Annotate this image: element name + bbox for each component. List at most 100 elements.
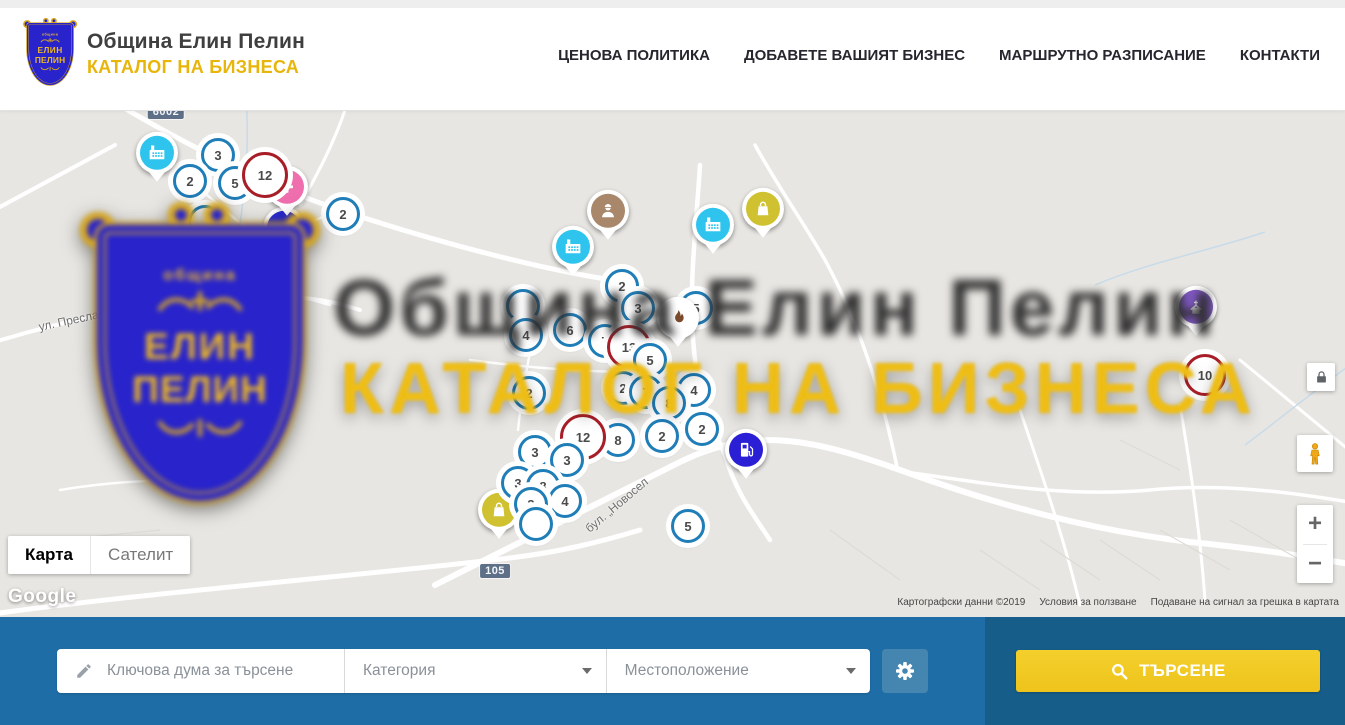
map-pin-fuel-pump[interactable] (725, 429, 767, 471)
nav-pricing-policy[interactable]: ЦЕНОВА ПОЛИТИКА (558, 47, 710, 64)
map-pin-factory[interactable] (692, 204, 734, 246)
nav-add-your-business[interactable]: ДОБАВЕТЕ ВАШИЯТ БИЗНЕС (744, 47, 965, 64)
keyword-search-input[interactable] (105, 661, 344, 681)
keyword-field (57, 649, 345, 693)
crest-line1: ЕЛИН (38, 46, 63, 56)
map-cluster-marker[interactable]: 4 (509, 318, 543, 352)
attribution-copyright: Картографски данни ©2019 (897, 597, 1025, 608)
map-pin-factory[interactable] (136, 132, 178, 174)
map-pin-flame[interactable] (657, 297, 699, 339)
map-cluster-marker[interactable]: 2 (173, 164, 207, 198)
location-select[interactable]: Местоположение (607, 649, 870, 693)
search-submit-button[interactable]: ТЪРСЕНЕ (1016, 650, 1320, 692)
crest-ornament-bottom (40, 66, 60, 73)
factory-icon (140, 136, 174, 170)
main-nav: ЦЕНОВА ПОЛИТИКА ДОБАВЕТЕ ВАШИЯТ БИЗНЕС М… (558, 0, 1320, 110)
site-logo[interactable]: община ЕЛИН ПЕЛИН Община Елин Пелин КАТА… (24, 21, 305, 87)
search-button-label: ТЪРСЕНЕ (1139, 661, 1226, 681)
chevron-down-icon (846, 668, 856, 674)
map-attribution: Картографски данни ©2019 Условия за полз… (897, 597, 1339, 608)
search-field-group: Категория Местоположение (57, 649, 870, 693)
cluster-count: 2 (658, 429, 665, 444)
cluster-count: 2 (186, 174, 193, 189)
gear-icon (893, 659, 917, 683)
map-type-map-button[interactable]: Карта (8, 536, 90, 574)
cluster-count: 12 (576, 430, 590, 445)
zoom-control: + − (1297, 505, 1333, 583)
cluster-count: 3 (214, 148, 221, 163)
cluster-count: 5 (646, 353, 653, 368)
cluster-count: 12 (258, 168, 272, 183)
map-type-satellite-button[interactable]: Сателит (90, 536, 190, 574)
map-cluster-marker[interactable]: 2 (326, 197, 360, 231)
map-cluster-marker[interactable] (519, 507, 553, 541)
map-cluster-marker[interactable]: 5 (671, 509, 705, 543)
zoom-out-button[interactable]: − (1297, 545, 1333, 584)
pegman-icon (1304, 441, 1326, 467)
factory-icon (556, 230, 590, 264)
cluster-count: 5 (684, 519, 691, 534)
map-type-control: Карта Сателит (8, 536, 190, 574)
crest-town-word: община (42, 32, 59, 36)
lock-icon (1314, 370, 1329, 385)
map-cluster-marker[interactable]: 5 (633, 343, 667, 377)
chevron-down-icon (582, 668, 592, 674)
map-cluster-marker[interactable]: 8 (601, 423, 635, 457)
map-cluster-marker[interactable]: 2 (685, 412, 719, 446)
map-cluster-marker[interactable]: 4 (548, 484, 582, 518)
church-icon (1179, 290, 1213, 324)
map-cluster-marker[interactable]: 3 (550, 443, 584, 477)
zoom-in-button[interactable]: + (1297, 505, 1333, 544)
search-icon (1110, 662, 1129, 681)
cluster-count: 2 (698, 422, 705, 437)
map-pin-factory[interactable] (552, 226, 594, 268)
advanced-settings-button[interactable] (882, 649, 928, 693)
cluster-count: 2 (525, 386, 532, 401)
map-cluster-marker[interactable]: 12 (242, 152, 288, 198)
map-cluster-marker[interactable]: 6 (553, 313, 587, 347)
map-cluster-marker[interactable]: 2 (645, 419, 679, 453)
pegman-button[interactable] (1297, 435, 1333, 472)
cluster-count: 8 (665, 396, 672, 411)
map-canvas[interactable]: 6002105ул. Преславбул. „Новосел 32512223… (0, 110, 1345, 617)
attribution-terms-link[interactable]: Условия за ползване (1039, 597, 1136, 608)
page: община ЕЛИН ПЕЛИН Община Елин Пелин КАТА… (0, 0, 1345, 725)
google-logo[interactable]: Google (8, 586, 76, 608)
municipality-crest: община ЕЛИН ПЕЛИН (24, 21, 77, 87)
nav-route-schedule[interactable]: МАРШРУТНО РАЗПИСАНИЕ (999, 47, 1206, 64)
map-pin-shopping-bag[interactable] (742, 188, 784, 230)
cluster-count: 2 (618, 279, 625, 294)
map-cluster-marker[interactable] (188, 205, 222, 239)
shopping-bag-icon (746, 192, 780, 226)
cluster-count: 2 (619, 381, 626, 396)
attribution-report-error-link[interactable]: Подаване на сигнал за грешка в картата (1151, 597, 1339, 608)
flame-icon (661, 301, 695, 335)
cluster-count: 10 (1198, 368, 1212, 383)
street-view-lock-button[interactable] (1307, 363, 1335, 391)
map-cluster-marker[interactable]: 2 (512, 376, 546, 410)
cluster-count: 3 (531, 445, 538, 460)
dot-icon (267, 211, 301, 245)
map-cluster-marker[interactable]: 8 (652, 386, 686, 420)
map-pin-worker[interactable] (587, 190, 629, 232)
category-select[interactable]: Категория (345, 649, 607, 693)
cluster-count: 4 (522, 328, 529, 343)
cluster-count: 2 (339, 207, 346, 222)
factory-icon (696, 208, 730, 242)
cluster-count: 6 (566, 323, 573, 338)
map-markers-layer: 3251222356471352274881222333843510 (0, 110, 1345, 617)
map-cluster-marker[interactable]: 3 (621, 291, 655, 325)
cluster-count: 4 (561, 494, 568, 509)
cluster-count: 3 (514, 476, 521, 491)
cluster-count: 7 (642, 385, 649, 400)
site-title: Община Елин Пелин (87, 30, 305, 54)
crest-line2: ПЕЛИН (35, 55, 66, 65)
top-strip (0, 0, 1345, 8)
map-pin-church[interactable] (1175, 286, 1217, 328)
nav-contacts[interactable]: КОНТАКТИ (1240, 47, 1320, 64)
crest-ornament (40, 38, 60, 45)
map-cluster-marker[interactable]: 10 (1184, 354, 1226, 396)
pencil-icon (75, 662, 93, 680)
search-bar: Категория Местоположение (0, 617, 1345, 725)
map-cluster-marker[interactable]: 3 (518, 435, 552, 469)
